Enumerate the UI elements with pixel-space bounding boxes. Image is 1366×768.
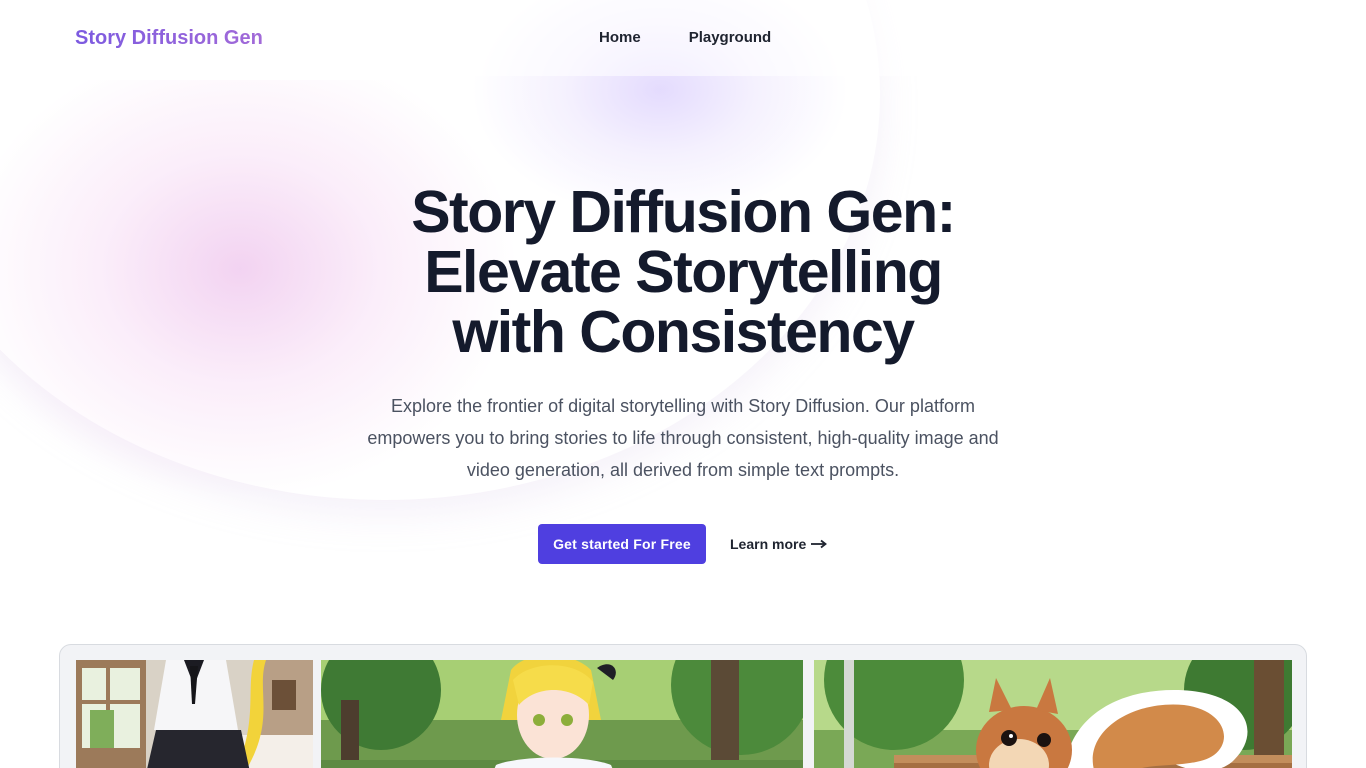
main-nav: Home Playground: [599, 28, 771, 48]
hero-description-line: video generation, all derived from simpl…: [466, 460, 900, 480]
gallery-image-girl-in-park: [321, 660, 803, 768]
gallery-strip: [76, 660, 1292, 768]
image-gallery: [59, 644, 1307, 768]
hero-title-line: with Consistency: [452, 299, 915, 365]
site-header: Story Diffusion Gen Home Playground: [0, 0, 1366, 76]
get-started-button[interactable]: Get started For Free: [538, 524, 706, 564]
brand-logo-link[interactable]: Story Diffusion Gen: [75, 25, 263, 51]
hero-description-line: empowers you to bring stories to life th…: [367, 428, 999, 448]
hero-description-line: Explore the frontier of digital storytel…: [391, 396, 975, 416]
nav-home-link[interactable]: Home: [599, 28, 641, 48]
learn-more-label: Learn more: [730, 536, 807, 552]
landing-page: Story Diffusion Gen Home Playground Stor…: [0, 0, 1366, 768]
gallery-image-girl-in-room: [76, 660, 313, 768]
hero-title: Story Diffusion Gen: Elevate Storytellin…: [363, 182, 1003, 362]
squirrel-illustration: [814, 660, 1292, 768]
gallery-image-squirrel: [814, 660, 1292, 768]
cta-row: Get started For Free Learn more: [538, 524, 828, 564]
arrow-right-icon: [811, 539, 828, 549]
learn-more-link[interactable]: Learn more: [730, 536, 828, 552]
girl-in-room-illustration: [76, 660, 313, 768]
hero-description: Explore the frontier of digital storytel…: [338, 390, 1028, 486]
hero-title-line: Elevate Storytelling: [424, 239, 943, 305]
girl-in-park-illustration: [321, 660, 803, 768]
hero-title-line: Story Diffusion Gen:: [411, 179, 956, 245]
hero-section: Story Diffusion Gen: Elevate Storytellin…: [0, 182, 1366, 486]
nav-playground-link[interactable]: Playground: [689, 28, 772, 48]
